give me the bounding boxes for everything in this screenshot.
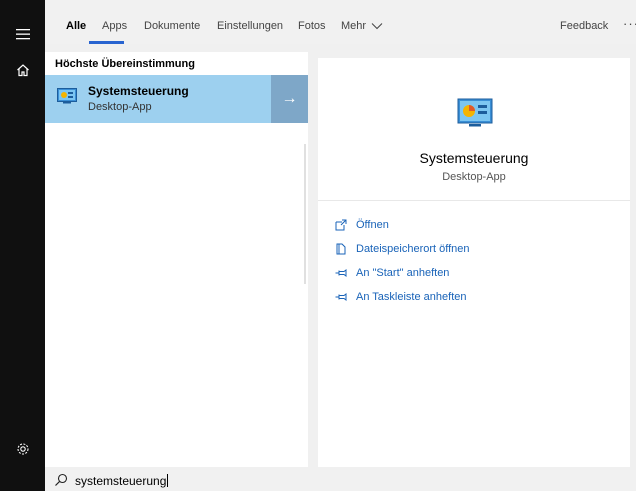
expand-arrow-button[interactable]: → xyxy=(271,75,308,123)
best-match-subtitle: Desktop-App xyxy=(88,101,152,113)
file-location-icon xyxy=(335,243,347,255)
pin-icon xyxy=(335,291,347,303)
settings-gear-icon[interactable] xyxy=(0,435,45,463)
best-match-heading: Höchste Übereinstimmung xyxy=(55,58,195,70)
chevron-down-icon xyxy=(371,23,383,30)
hamburger-menu-icon[interactable] xyxy=(0,20,45,48)
text-caret xyxy=(167,474,169,487)
divider xyxy=(318,200,630,201)
results-list: Höchste Übereinstimmung Systemsteuerung … xyxy=(45,52,308,467)
control-panel-large-icon xyxy=(457,98,493,127)
action-pin-to-start-label: An "Start" anheften xyxy=(356,267,450,279)
action-open-label: Öffnen xyxy=(356,219,389,231)
feedback-link[interactable]: Feedback xyxy=(560,20,608,32)
tab-dokumente[interactable]: Dokumente xyxy=(144,20,200,38)
action-pin-to-start[interactable]: An "Start" anheften xyxy=(335,267,449,279)
tab-fotos[interactable]: Fotos xyxy=(298,20,326,38)
arrow-right-icon: → xyxy=(281,90,298,107)
open-icon xyxy=(335,219,347,231)
detail-panel: Systemsteuerung Desktop-App Öffnen Datei… xyxy=(318,58,630,467)
detail-subtitle: Desktop-App xyxy=(442,171,506,183)
tab-alle[interactable]: Alle xyxy=(66,20,86,38)
left-rail xyxy=(0,0,45,491)
pin-icon xyxy=(335,267,347,279)
search-box[interactable]: systemsteuerung xyxy=(45,470,636,491)
control-panel-icon xyxy=(57,88,77,104)
tab-mehr[interactable]: Mehr xyxy=(341,20,383,32)
action-open-file-location[interactable]: Dateispeicherort öffnen xyxy=(335,243,470,255)
tab-einstellungen[interactable]: Einstellungen xyxy=(217,20,283,38)
tab-mehr-label: Mehr xyxy=(341,20,367,32)
action-pin-to-taskbar-label: An Taskleiste anheften xyxy=(356,291,467,303)
detail-title: Systemsteuerung xyxy=(419,150,529,166)
more-options-icon[interactable]: ··· xyxy=(623,16,636,31)
search-query: systemsteuerung xyxy=(75,474,167,488)
action-open-file-location-label: Dateispeicherort öffnen xyxy=(356,243,470,255)
best-match-result[interactable]: Systemsteuerung Desktop-App → xyxy=(45,75,308,123)
active-tab-indicator xyxy=(89,41,124,44)
scrollbar[interactable] xyxy=(304,144,306,284)
home-icon[interactable] xyxy=(0,56,45,84)
search-scope-tabs: Alle Apps Dokumente Einstellungen Fotos … xyxy=(45,0,636,44)
tab-apps[interactable]: Apps xyxy=(102,20,127,38)
search-input[interactable]: systemsteuerung xyxy=(75,474,169,488)
action-open[interactable]: Öffnen xyxy=(335,219,389,231)
search-icon xyxy=(55,473,68,486)
action-pin-to-taskbar[interactable]: An Taskleiste anheften xyxy=(335,291,466,303)
best-match-title: Systemsteuerung xyxy=(88,84,189,98)
